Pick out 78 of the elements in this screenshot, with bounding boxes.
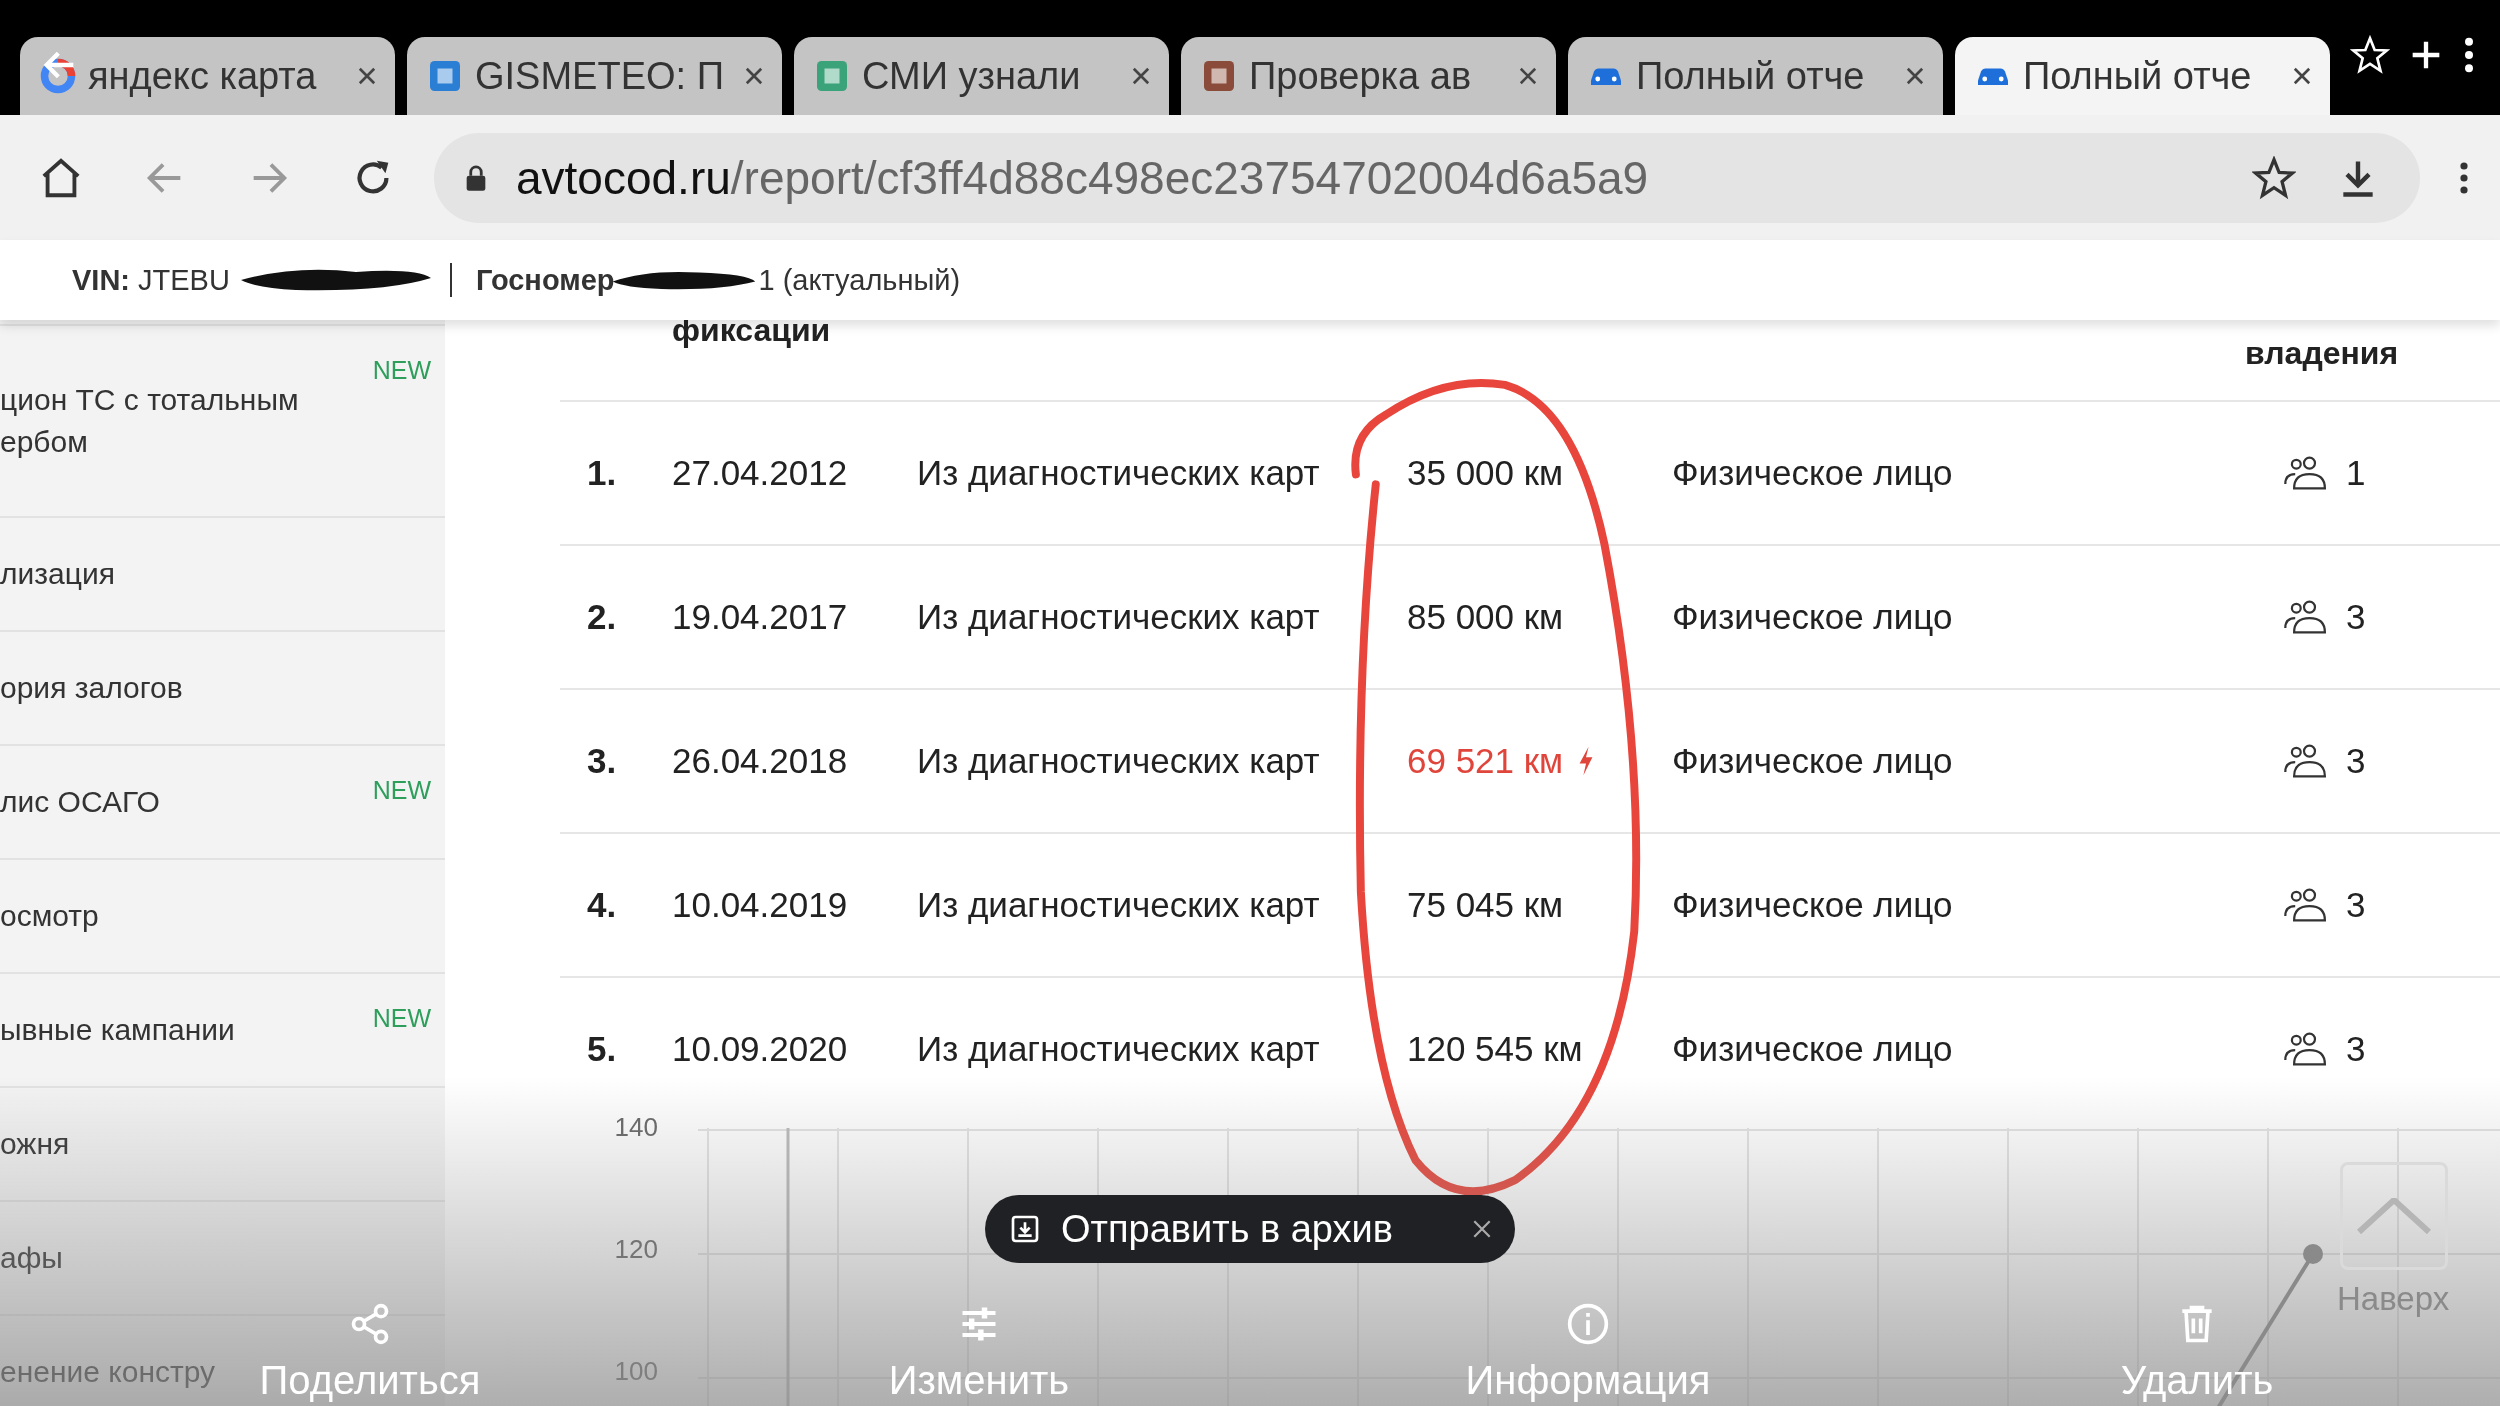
browser-tab[interactable]: Проверка ав	[1181, 37, 1556, 115]
browser-tab[interactable]: Полный отче	[1955, 37, 2330, 115]
axis-label: 120	[614, 1234, 658, 1265]
row-number: 5.	[586, 1029, 618, 1069]
table-cell-text: Физическое лицо	[1672, 597, 1954, 637]
mileage-text: 120 545 км	[1407, 1029, 1583, 1069]
row-number: 2.	[586, 597, 618, 637]
table-cell-text: 27.04.2012	[672, 453, 849, 493]
plate-label: Госномер	[475, 263, 615, 297]
table-cell-text: Физическое лицо	[1672, 1029, 1954, 1069]
star-outline-icon[interactable]	[2350, 35, 2390, 75]
table-cell-text: Из диагностических карт	[917, 741, 1321, 781]
scroll-top-label: Наверх	[2337, 1280, 2450, 1318]
chevron-up-icon	[2357, 1198, 2431, 1234]
owners-count: 3	[2346, 597, 2366, 637]
sidebar-item[interactable]: цион ТС с тотальным ербом	[0, 379, 300, 463]
people-icon	[2282, 454, 2326, 492]
lock-icon	[464, 163, 488, 192]
table-cell-text: 10.04.2019	[672, 885, 849, 925]
vin-text: VIN: JTEBU	[72, 263, 230, 297]
sidebar-item[interactable]: лис ОСАГО	[0, 781, 160, 823]
mileage-text: 69 521 км	[1407, 741, 1564, 781]
browser-tab[interactable]: яндекс карта	[20, 37, 395, 115]
table-cell-text: 10.09.2020	[672, 1029, 849, 1069]
plate-value: 1 (актуальный)	[758, 263, 961, 297]
column-header: владения	[2245, 335, 2399, 372]
table-cell-text: Из диагностических карт	[917, 885, 1321, 925]
browser-tab[interactable]: СМИ узнали	[794, 37, 1169, 115]
owners-count: 3	[2346, 1029, 2366, 1069]
people-icon	[2282, 598, 2326, 636]
axis-label: 100	[614, 1356, 658, 1387]
archive-icon	[1009, 1213, 1041, 1245]
table-cell-text: Из диагностических карт	[917, 1029, 1321, 1069]
column-header: фиксации	[672, 312, 832, 349]
row-number: 4.	[586, 885, 618, 925]
browser-tab[interactable]: Полный отче	[1568, 37, 1943, 115]
table-cell-text: Физическое лицо	[1672, 741, 1954, 781]
close-icon[interactable]	[1471, 1218, 1493, 1240]
owners-count: 3	[2346, 885, 2366, 925]
mileage-text: 75 045 км	[1407, 885, 1564, 925]
table-cell-text: Из диагностических карт	[917, 597, 1321, 637]
mileage-text: 35 000 км	[1407, 453, 1564, 493]
table-cell-text: Физическое лицо	[1672, 885, 1954, 925]
tab-title: GISMETEO: П	[475, 54, 725, 98]
row-number: 1.	[586, 453, 618, 493]
sidebar-item[interactable]: ория залогов	[0, 667, 183, 709]
menu-icon[interactable]	[2462, 35, 2476, 75]
tab-title: СМИ узнали	[862, 54, 1082, 98]
people-icon	[2282, 742, 2326, 780]
new-label: NEW	[372, 356, 431, 385]
sidebar-item[interactable]: лизация	[0, 553, 115, 595]
table-cell-text: Из диагностических карт	[917, 453, 1321, 493]
mileage-text: 85 000 км	[1407, 597, 1564, 637]
table-cell-text: Физическое лицо	[1672, 453, 1954, 493]
sidebar-item[interactable]: ожня	[0, 1123, 70, 1165]
new-label: NEW	[372, 776, 431, 805]
tab-title: Полный отче	[1636, 54, 1866, 98]
address-bar[interactable]: avtocod.ru/report/cf3ff4d88c498ec23754702004d6a5a9	[434, 132, 2420, 223]
owners-count: 3	[2346, 741, 2366, 781]
axis-label: 140	[614, 1112, 658, 1143]
bookmark-star-icon[interactable]	[2252, 155, 2296, 200]
tab-title: Полный отче	[2023, 54, 2253, 98]
people-icon	[2282, 886, 2326, 924]
browser-tab[interactable]: GISMETEO: П	[407, 37, 782, 115]
archive-toast[interactable]: Отправить в архив	[985, 1195, 1515, 1263]
sidebar-item[interactable]: ывные кампании	[0, 1009, 235, 1051]
new-label: NEW	[372, 1004, 431, 1033]
sidebar-item[interactable]: афы	[0, 1237, 63, 1279]
people-icon	[2282, 1030, 2326, 1068]
url-text: avtocod.ru/report/cf3ff4d88c498ec23754702004d6a5a9	[516, 150, 1649, 205]
table-cell-text: 26.04.2018	[672, 741, 849, 781]
info-icon	[1566, 1302, 1610, 1346]
tab-title: Проверка ав	[1249, 54, 1473, 98]
tab-title: яндекс карта	[88, 54, 318, 98]
owners-count: 1	[2346, 453, 2366, 493]
sidebar-item[interactable]: осмотр	[0, 895, 99, 937]
table-cell-text: 19.04.2017	[672, 597, 849, 637]
row-number: 3.	[586, 741, 618, 781]
